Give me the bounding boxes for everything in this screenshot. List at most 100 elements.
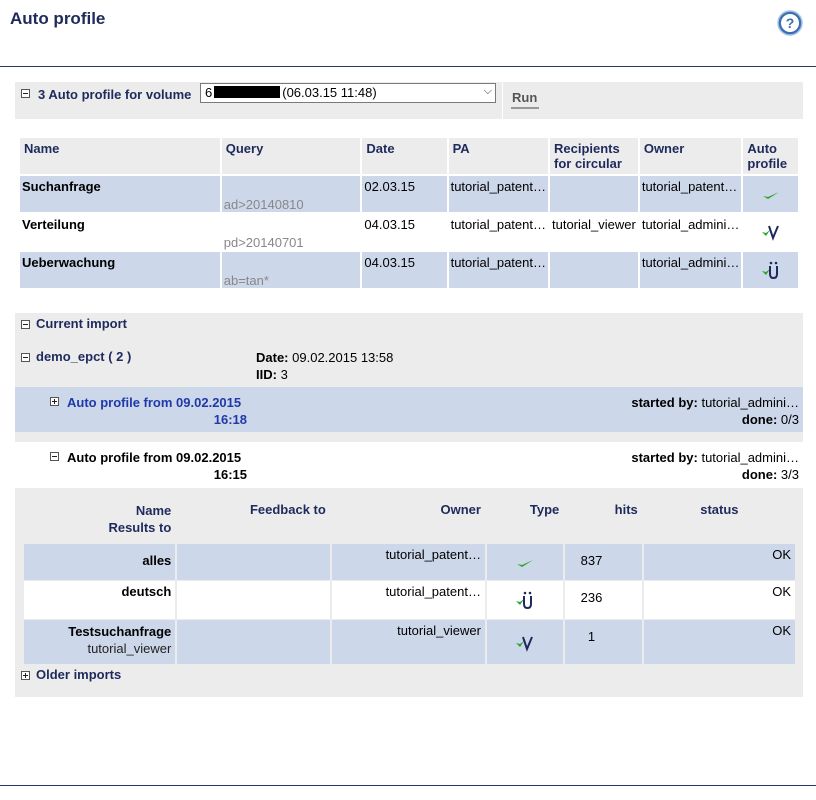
iid-value: 3	[280, 367, 288, 382]
auto-profile-cell	[743, 214, 798, 250]
result-feedback	[177, 581, 330, 619]
auto-profile-run[interactable]: Auto profile from 09.02.2015 16:15 start…	[15, 442, 803, 488]
result-type	[486, 620, 564, 666]
divider	[502, 82, 503, 119]
volume-select[interactable]: 6 (06.03.15 11:48) ⌵	[200, 83, 496, 103]
result-type	[486, 581, 564, 619]
collapse-icon[interactable]	[50, 452, 59, 461]
column-header-auto-profile[interactable]: Auto profile	[743, 138, 798, 174]
chevron-down-icon: ⌵	[483, 85, 492, 97]
result-results-to: tutorial_viewer	[87, 641, 172, 656]
column-header-query[interactable]: Query	[221, 138, 361, 174]
profile-owner: tutorial_admini…	[641, 217, 740, 232]
run-meta: started by: tutorial_admini… done: 0/3	[631, 394, 799, 428]
check-icon	[762, 191, 779, 199]
profile-recipients	[550, 176, 638, 212]
dataset-header[interactable]: demo_epct ( 2 )	[15, 349, 131, 364]
run-meta: started by: tutorial_admini… done: 3/3	[631, 449, 799, 483]
results-table: Name Results to Feedback to Owner Type h…	[22, 494, 797, 667]
profile-recipients: tutorial_viewer	[552, 217, 636, 232]
older-imports-label: Older imports	[36, 667, 122, 682]
profile-pa: tutorial_patent…	[448, 252, 548, 288]
run-title-line: Auto profile from 09.02.2015	[67, 450, 242, 465]
profile-pa: tutorial_patent…	[450, 217, 546, 232]
column-header-status[interactable]: status	[643, 495, 795, 543]
result-name-cell[interactable]: Testsuchanfrage tutorial_viewer	[24, 620, 176, 666]
check-v-icon	[761, 225, 779, 241]
result-hits: 1	[565, 620, 642, 666]
result-owner: tutorial_patent…	[331, 581, 485, 619]
run-button[interactable]: Run	[511, 87, 539, 109]
help-icon[interactable]: ?	[777, 10, 803, 36]
profile-name[interactable]: Verteilung	[20, 214, 220, 250]
table-row[interactable]: alles tutorial_patent… 837 OK	[24, 544, 795, 580]
profile-pa: tutorial_patent…	[448, 176, 548, 212]
profile-date: 04.03.15	[364, 217, 416, 232]
table-row[interactable]: Testsuchanfrage tutorial_viewer tutorial…	[24, 620, 795, 666]
column-header-name[interactable]: Name Results to	[24, 495, 176, 543]
run-title-time: 16:15	[213, 467, 247, 482]
auto-profile-cell	[743, 252, 798, 288]
profile-query: ad>20140810	[221, 176, 361, 212]
run-title-time: 16:18	[213, 412, 247, 427]
svg-text:?: ?	[786, 15, 795, 31]
result-status: OK	[643, 544, 795, 580]
run-title[interactable]: Auto profile from 09.02.2015 16:18	[67, 394, 247, 428]
volume-select-prefix: 6	[205, 85, 213, 100]
expand-icon[interactable]	[21, 671, 30, 681]
profile-name[interactable]: Ueberwachung	[20, 252, 220, 288]
redacted-block	[214, 86, 281, 98]
done-label: done:	[741, 412, 778, 427]
profile-date: 04.03.15	[362, 252, 447, 288]
column-header-pa[interactable]: PA	[448, 138, 548, 174]
check-v-icon	[516, 636, 534, 652]
column-header-owner[interactable]: Owner	[639, 138, 742, 174]
result-type	[486, 544, 564, 580]
done-value: 0/3	[780, 412, 799, 427]
older-imports-header[interactable]: Older imports	[15, 667, 121, 682]
check-u-icon	[516, 591, 533, 610]
table-row[interactable]: Suchanfrage ad>20140810 02.03.15 tutoria…	[20, 176, 798, 212]
column-header-owner[interactable]: Owner	[331, 495, 485, 543]
table-header-row: Name Query Date PA Recipients for circul…	[20, 138, 798, 174]
column-header-name[interactable]: Name	[20, 138, 220, 174]
profile-query: ab=tan*	[221, 252, 361, 288]
started-label: started by:	[631, 450, 698, 465]
page-title: Auto profile	[10, 9, 106, 28]
dataset-name[interactable]: demo_epct ( 2 )	[36, 349, 131, 364]
import-info: Date: 09.02.2015 13:58 IID: 3	[256, 349, 393, 383]
collapse-icon[interactable]	[21, 353, 30, 363]
auto-profile-cell	[743, 176, 798, 212]
profile-recipients	[550, 252, 638, 288]
started-value: tutorial_admini…	[701, 395, 799, 410]
result-name[interactable]: deutsch	[24, 581, 176, 619]
profile-name[interactable]: Suchanfrage	[20, 176, 220, 212]
started-value: tutorial_admini…	[701, 450, 799, 465]
result-feedback	[177, 620, 330, 666]
check-icon	[517, 559, 534, 567]
auto-profile-run[interactable]: Auto profile from 09.02.2015 16:18 start…	[15, 387, 803, 432]
done-value: 3/3	[780, 467, 799, 482]
older-imports-panel[interactable]: Older imports	[15, 664, 803, 697]
current-import-header[interactable]: Current import	[15, 316, 127, 331]
column-header-feedback[interactable]: Feedback to	[177, 495, 330, 543]
column-header-recipients[interactable]: Recipients for circular	[550, 138, 638, 174]
run-title[interactable]: Auto profile from 09.02.2015 16:15	[67, 449, 247, 483]
table-row[interactable]: Ueberwachung ab=tan* 04.03.15 tutorial_p…	[20, 252, 798, 288]
column-header-hits[interactable]: hits	[565, 495, 642, 543]
result-name[interactable]: Testsuchanfrage	[28, 623, 171, 640]
table-header-row: Name Results to Feedback to Owner Type h…	[24, 495, 795, 543]
iid-label: IID:	[256, 367, 277, 382]
collapse-icon[interactable]	[21, 320, 30, 330]
result-name[interactable]: alles	[24, 544, 176, 580]
started-label: started by:	[631, 395, 698, 410]
collapse-icon[interactable]	[21, 89, 30, 98]
table-row[interactable]: deutsch tutorial_patent… 236 OK	[24, 581, 795, 619]
table-row[interactable]: Verteilung pd>20140701 04.03.15 tutorial…	[20, 214, 798, 250]
expand-icon[interactable]	[50, 397, 59, 406]
volume-select-suffix: (06.03.15 11:48)	[282, 85, 377, 100]
date-label: Date:	[256, 350, 289, 365]
result-owner: tutorial_viewer	[331, 620, 485, 666]
column-header-date[interactable]: Date	[362, 138, 447, 174]
column-header-type[interactable]: Type	[486, 495, 564, 543]
